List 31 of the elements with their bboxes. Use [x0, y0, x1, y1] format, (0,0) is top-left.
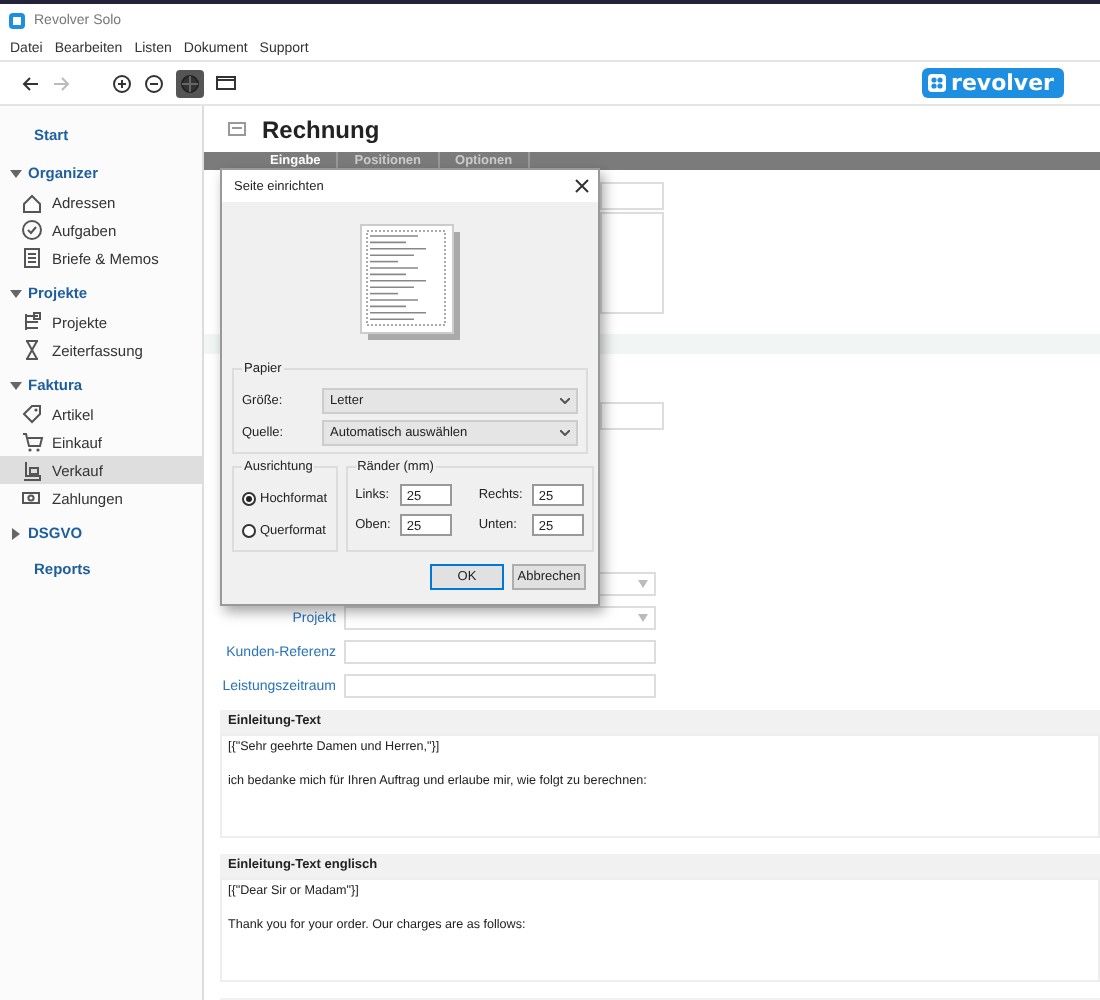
document-title: Rechnung: [262, 115, 380, 143]
zoom-out-icon[interactable]: [144, 73, 164, 93]
input-field[interactable]: [600, 402, 664, 430]
input-field[interactable]: [344, 674, 656, 698]
close-icon[interactable]: [574, 178, 590, 194]
revolver-logo: revolver: [921, 68, 1064, 98]
tag-icon: [20, 402, 44, 426]
expand-triangle-icon[interactable]: [10, 528, 22, 540]
globe-icon[interactable]: [176, 69, 204, 97]
window-icon[interactable]: [216, 74, 236, 92]
house-icon: [20, 190, 44, 214]
document-icon: [228, 120, 246, 138]
box-icon: [20, 458, 44, 482]
document-icon: [20, 246, 44, 270]
dropdown-field[interactable]: [344, 606, 656, 630]
chevron-down-icon[interactable]: [560, 397, 570, 403]
cart-icon: [20, 430, 44, 454]
zoom-in-icon[interactable]: [112, 73, 132, 93]
dropdown-field[interactable]: [600, 182, 664, 210]
hourglass-icon: [20, 338, 44, 362]
collapse-triangle-icon[interactable]: [10, 380, 22, 392]
back-icon[interactable]: [20, 73, 40, 93]
tree-icon: [20, 310, 44, 334]
check-circle-icon: [20, 218, 44, 242]
collapse-triangle-icon[interactable]: [10, 168, 22, 180]
input-field[interactable]: [344, 640, 656, 664]
page-preview-drawing: [359, 223, 461, 341]
chevron-down-icon[interactable]: [560, 429, 570, 435]
app-icon: [8, 11, 26, 29]
money-icon: [20, 486, 44, 510]
collapse-triangle-icon[interactable]: [10, 288, 22, 300]
